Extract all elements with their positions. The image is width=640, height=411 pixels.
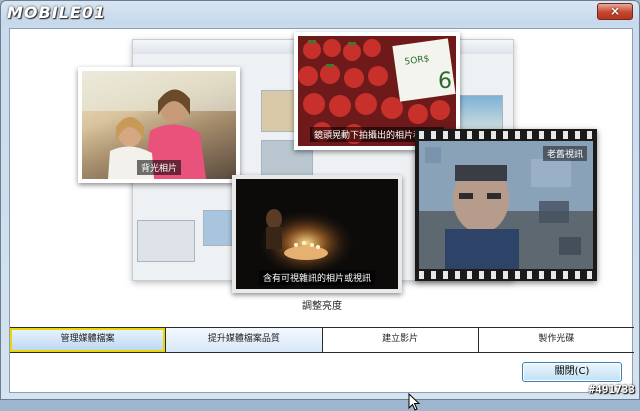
close-button[interactable]: 關閉(C) — [522, 362, 622, 382]
photo-caption: 老舊視訊 — [542, 146, 587, 161]
film-frame: 老舊視訊 — [419, 141, 593, 269]
dialog-window: MOBILE01 × 背光相片 5OR$ 6 鏡頭晃動下拍攝出的相片和視訊 含有… — [0, 0, 640, 411]
film-holes-top — [415, 131, 597, 139]
photo-noisy: 含有可視雜訊的相片或視訊 — [232, 175, 402, 293]
tab-manage-media[interactable]: 管理媒體檔案 — [10, 328, 167, 352]
feature-title: 調整亮度 — [302, 301, 342, 312]
photo-caption: 含有可視雜訊的相片或視訊 — [258, 270, 376, 285]
thumbnail — [137, 220, 195, 262]
svg-text:6: 6 — [438, 69, 452, 94]
tab-enhance-media[interactable]: 提升媒體檔案品質 — [166, 328, 323, 352]
post-id: #491733 — [588, 383, 635, 396]
photo-backlit: 背光相片 — [78, 67, 240, 183]
task-tabs: 管理媒體檔案 提升媒體檔案品質 建立影片 製作光碟 — [10, 327, 634, 353]
tab-make-disc[interactable]: 製作光碟 — [479, 328, 634, 352]
window-close-button[interactable]: × — [597, 3, 633, 20]
dialog-content: 背光相片 5OR$ 6 鏡頭晃動下拍攝出的相片和視訊 含有可視雜訊的相片或視訊 … — [9, 28, 634, 411]
close-icon: × — [609, 4, 621, 18]
cursor-icon — [408, 393, 420, 411]
film-holes-bottom — [415, 271, 597, 279]
photo-caption: 背光相片 — [136, 160, 182, 175]
tab-create-movie[interactable]: 建立影片 — [323, 328, 479, 352]
photo-old-video: 老舊視訊 — [415, 129, 597, 281]
watermark-logo: MOBILE01 — [7, 3, 107, 22]
